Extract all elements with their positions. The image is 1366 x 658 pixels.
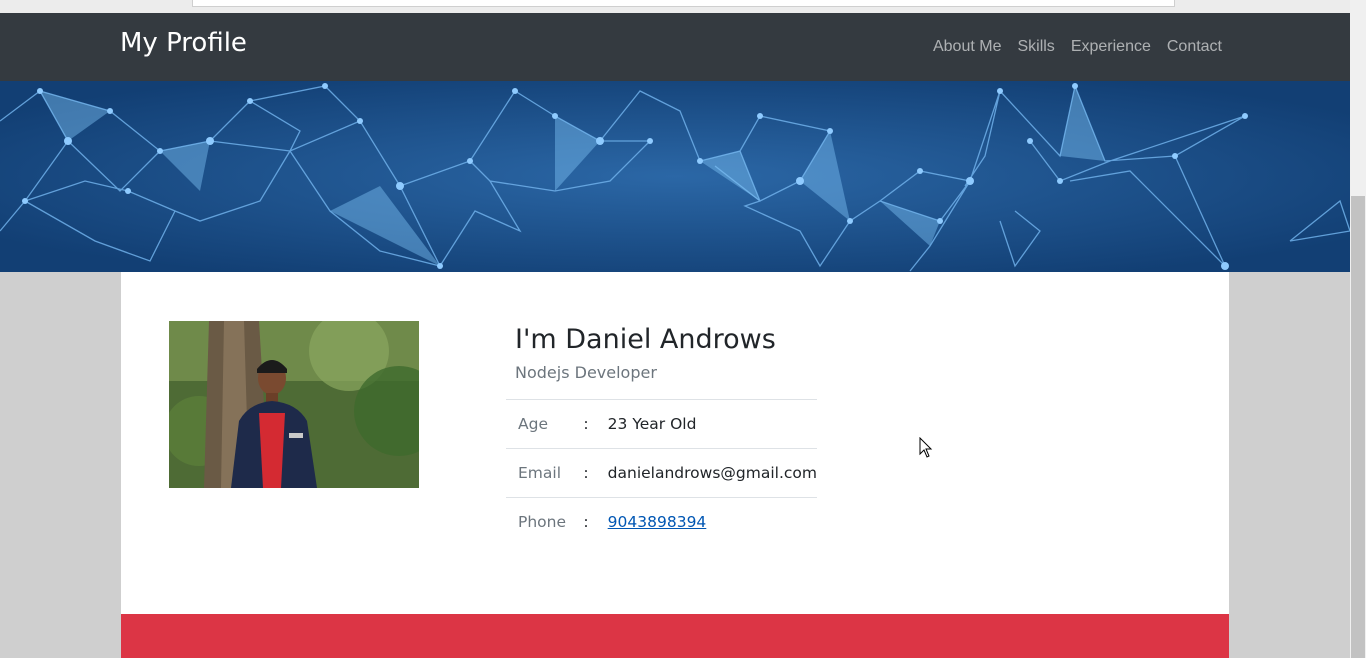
nav-link-about-me[interactable]: About Me — [933, 38, 1001, 56]
profile-info: I'm Daniel Androws Nodejs Developer Age … — [506, 321, 817, 546]
nav-link-contact[interactable]: Contact — [1167, 38, 1222, 56]
separator: : — [572, 448, 608, 498]
phone-link[interactable]: 9043898394 — [608, 513, 707, 531]
mouse-pointer-icon — [919, 437, 933, 458]
browser-top-strip — [0, 0, 1350, 14]
phone-label: Phone — [506, 497, 573, 546]
age-value: 23 Year Old — [607, 399, 817, 449]
navbar: My Profile About Me Skills Experience Co… — [0, 13, 1350, 81]
email-label: Email — [506, 448, 573, 498]
table-row: Email : danielandrows@gmail.com — [506, 448, 817, 498]
profile-role: Nodejs Developer — [515, 363, 657, 382]
scrollbar-thumb[interactable] — [1351, 196, 1365, 658]
email-value: danielandrows@gmail.com — [607, 448, 817, 498]
profile-details-table: Age : 23 Year Old Email : danielandrows@… — [506, 399, 817, 546]
nav-links: About Me Skills Experience Contact — [917, 38, 1222, 56]
table-row: Phone : 9043898394 — [506, 497, 817, 546]
nav-link-experience[interactable]: Experience — [1071, 38, 1151, 56]
red-section-band — [121, 614, 1229, 658]
age-label: Age — [506, 399, 573, 449]
separator: : — [572, 399, 608, 449]
vertical-scrollbar[interactable] — [1350, 0, 1366, 658]
person-photo-illustration — [169, 321, 419, 488]
nav-link-skills[interactable]: Skills — [1017, 38, 1054, 56]
profile-card: I'm Daniel Androws Nodejs Developer Age … — [121, 272, 1229, 614]
network-pattern-background — [0, 81, 1350, 272]
address-field-edge[interactable] — [192, 0, 1175, 7]
profile-name: I'm Daniel Androws — [515, 324, 776, 355]
profile-photo — [169, 321, 419, 488]
separator: : — [572, 497, 608, 546]
hero-banner — [0, 81, 1350, 272]
table-row: Age : 23 Year Old — [506, 399, 817, 449]
phone-cell: 9043898394 — [607, 497, 817, 546]
brand-title[interactable]: My Profile — [120, 28, 247, 58]
